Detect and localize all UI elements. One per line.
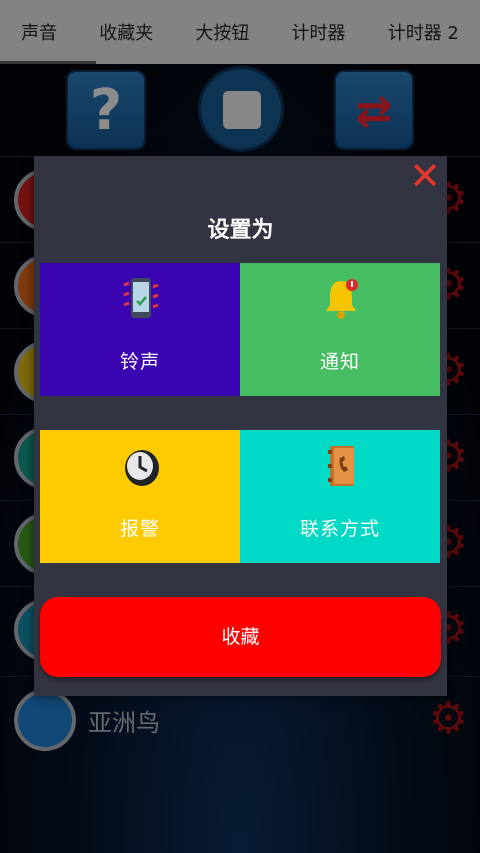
close-icon[interactable]: ✕ bbox=[407, 157, 443, 195]
alarm-label: 报警 bbox=[119, 518, 160, 540]
set-as-dialog: ✕ 设置为 铃声 通知 报警 联系方式 收藏 bbox=[34, 156, 447, 696]
contact-label: 联系方式 bbox=[299, 518, 380, 540]
alarm-tile[interactable]: 报警 bbox=[40, 430, 240, 563]
contact-tile[interactable]: 联系方式 bbox=[240, 430, 440, 563]
dialog-title: 设置为 bbox=[207, 218, 274, 243]
ringtone-label: 铃声 bbox=[119, 351, 160, 373]
ringtone-tile[interactable]: 铃声 bbox=[40, 263, 240, 396]
favorite-button[interactable]: 收藏 bbox=[40, 597, 441, 677]
notification-label: 通知 bbox=[319, 351, 360, 373]
phone-ringing-icon bbox=[123, 278, 159, 318]
bell-icon bbox=[326, 279, 358, 319]
contact-book-icon bbox=[328, 446, 354, 486]
notification-tile[interactable]: 通知 bbox=[240, 263, 440, 396]
clock-icon bbox=[125, 450, 159, 486]
